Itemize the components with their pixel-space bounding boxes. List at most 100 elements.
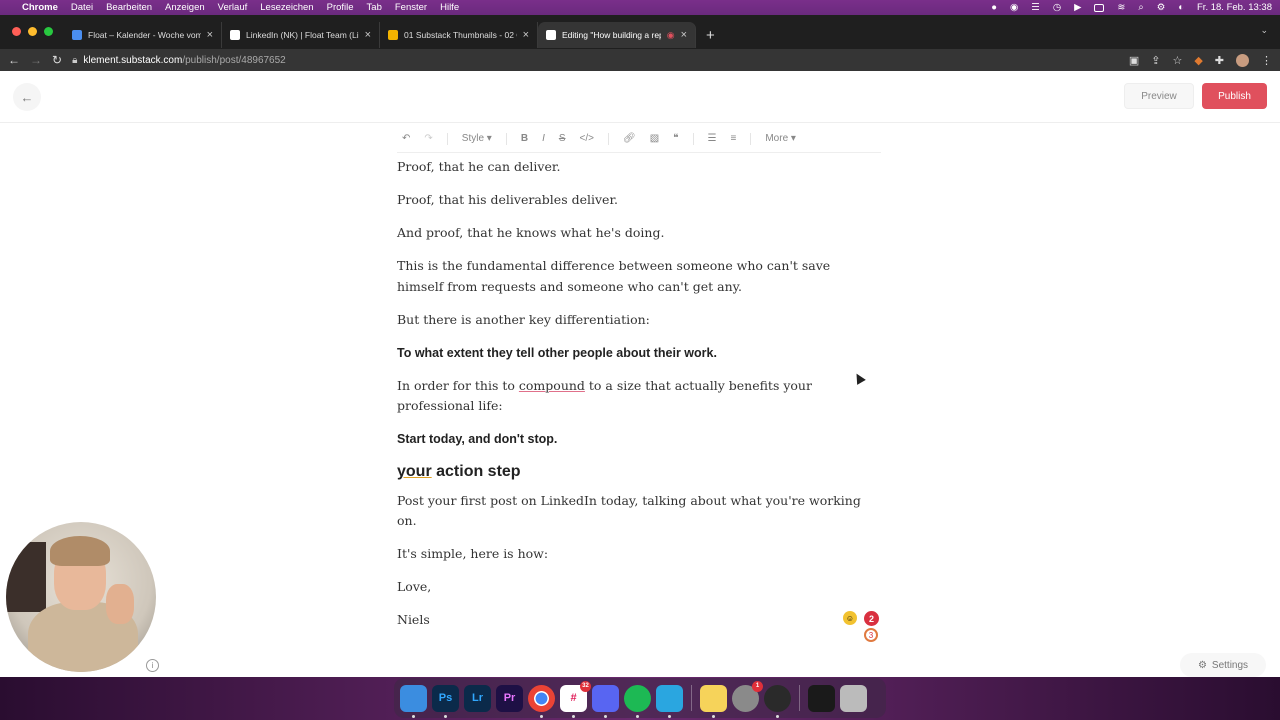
info-icon[interactable]: i [146,659,159,672]
substack-favicon-icon [546,30,556,40]
close-tab-icon[interactable]: × [523,29,529,41]
section-heading: your action step [397,462,867,483]
photoshop-icon[interactable]: Ps [432,684,459,718]
minimize-window-button[interactable] [28,27,37,36]
linkedin-favicon-icon [230,30,240,40]
list-icon[interactable]: ☰ [1031,2,1040,13]
menu-item-profile[interactable]: Profile [327,2,354,13]
menu-item-anzeigen[interactable]: Anzeigen [165,2,205,13]
menu-item-verlauf[interactable]: Verlauf [218,2,248,13]
menu-item-hilfe[interactable]: Hilfe [440,2,459,13]
style-dropdown[interactable]: Style ▾ [462,133,492,144]
text-segment: In order for this to [397,377,519,393]
toolbar-divider [446,132,448,145]
share-icon[interactable]: ⇪ [1151,54,1160,67]
spellcheck-word[interactable]: compound [519,378,585,393]
quicktime-icon[interactable] [764,684,791,718]
issues-count-badge[interactable]: 2 [864,611,879,626]
tab-float-calendar[interactable]: Float – Kalender - Woche vom × [64,22,222,48]
address-bar[interactable]: 🔒︎ klement.substack.com/publish/post/489… [72,51,1119,69]
play-icon[interactable]: ▶ [1074,2,1081,13]
bullet-list-icon[interactable]: ☰ [708,133,717,144]
link-icon[interactable]: 🔗︎ [623,133,636,144]
notes-icon[interactable] [700,684,727,718]
paragraph: This is the fundamental difference betwe… [397,258,831,294]
creative-cloud-icon[interactable]: ◉ [1010,2,1018,13]
close-tab-icon[interactable]: × [681,29,687,41]
menu-item-tab[interactable]: Tab [367,2,382,13]
prefs-badge: 1 [752,680,763,692]
paragraph: It's simple, here is how: [397,546,549,561]
system-preferences-icon[interactable]: 1 [732,680,763,712]
numbered-list-icon[interactable]: ≡ [731,133,737,144]
chrome-menu-icon[interactable]: ⋮ [1261,54,1272,67]
slack-icon[interactable]: #32 [560,680,591,718]
redo-icon[interactable]: ↷ [424,133,432,144]
more-dropdown[interactable]: More ▾ [765,133,796,144]
discord-icon[interactable] [592,684,619,718]
chrome-icon[interactable] [528,684,555,718]
tab-linkedin[interactable]: LinkedIn (NK) | Float Team (Li × [222,22,380,48]
close-window-button[interactable] [12,27,21,36]
close-tab-icon[interactable]: × [207,29,213,41]
slack-badge: 32 [580,680,591,692]
screen-recording-icon[interactable] [808,684,835,712]
lightroom-icon[interactable]: Lr [464,684,491,712]
menubar-clock[interactable]: Fr. 18. Feb. 13:38 [1197,2,1272,13]
suggestions-count-badge[interactable]: 3 [864,628,878,642]
profile-avatar[interactable] [1236,53,1249,67]
menu-app-name[interactable]: Chrome [22,2,58,13]
tab-substack-thumbnails[interactable]: 01 Substack Thumbnails - 02 C × [380,22,538,48]
icloud-icon[interactable] [656,684,683,718]
battery-icon[interactable] [1094,3,1105,12]
preview-button[interactable]: Preview [1124,83,1194,109]
publish-button[interactable]: Publish [1202,83,1267,109]
image-icon[interactable]: ▧ [650,133,659,144]
tab-editing-post[interactable]: Editing "How building a rep ◉ × [538,22,696,48]
settings-button[interactable]: ⚙ Settings [1180,653,1266,677]
menu-item-bearbeiten[interactable]: Bearbeiten [106,2,152,13]
paragraph: In order for this to compound to a size … [397,376,867,417]
recording-icon: ◉ [666,29,675,40]
tabs: Float – Kalender - Woche vom × LinkedIn … [64,21,715,49]
siri-icon[interactable]: ◐ [1178,2,1184,13]
paragraph: Post your first post on LinkedIn today, … [397,492,861,529]
back-icon[interactable]: ← [8,53,20,67]
spellcheck-word[interactable]: your [397,463,432,480]
camera-icon[interactable]: ▣ [1129,54,1139,67]
premiere-icon[interactable]: Pr [496,684,523,712]
post-body[interactable]: Proof, that he can deliver. Proof, that … [397,157,867,643]
italic-icon[interactable]: I [542,133,545,144]
wifi-icon[interactable]: ≋ [1117,2,1125,13]
back-arrow-button[interactable]: ← [13,83,41,111]
grammarly-badges[interactable]: ☺ 2 3 [843,611,883,642]
forward-icon[interactable]: → [30,53,42,67]
spotify-icon[interactable] [624,684,651,718]
paragraph: Love, [397,579,432,594]
search-icon[interactable]: ⌕ [1138,2,1143,13]
microphone-icon[interactable]: ● [991,2,997,13]
extensions-puzzle-icon[interactable]: ✚ [1215,54,1224,67]
menu-item-datei[interactable]: Datei [71,2,93,13]
control-center-icon[interactable]: ⚙ [1157,2,1166,13]
strikethrough-icon[interactable]: S [559,133,566,144]
url-host: klement.substack.com [83,54,183,66]
undo-icon[interactable]: ↶ [402,133,410,144]
bookmark-star-icon[interactable]: ☆ [1172,54,1182,67]
menu-item-fenster[interactable]: Fenster [395,2,427,13]
close-tab-icon[interactable]: × [365,29,371,41]
trash-icon[interactable] [840,684,867,712]
code-icon[interactable]: </> [580,133,594,144]
finder-icon[interactable] [400,684,427,718]
quote-icon[interactable]: ❝ [673,133,678,144]
metamask-icon[interactable]: ◆ [1194,54,1202,67]
new-tab-button[interactable]: + [706,27,715,44]
heading-text: action step [431,463,521,480]
tab-search-icon[interactable]: ⌄ [1260,25,1268,36]
emoji-face-icon[interactable]: ☺ [843,611,857,625]
bold-icon[interactable]: B [521,133,528,144]
zoom-window-button[interactable] [44,27,53,36]
reload-icon[interactable]: ↻ [52,53,62,67]
clock-icon[interactable]: ◷ [1053,2,1061,13]
menu-item-lesezeichen[interactable]: Lesezeichen [260,2,313,13]
